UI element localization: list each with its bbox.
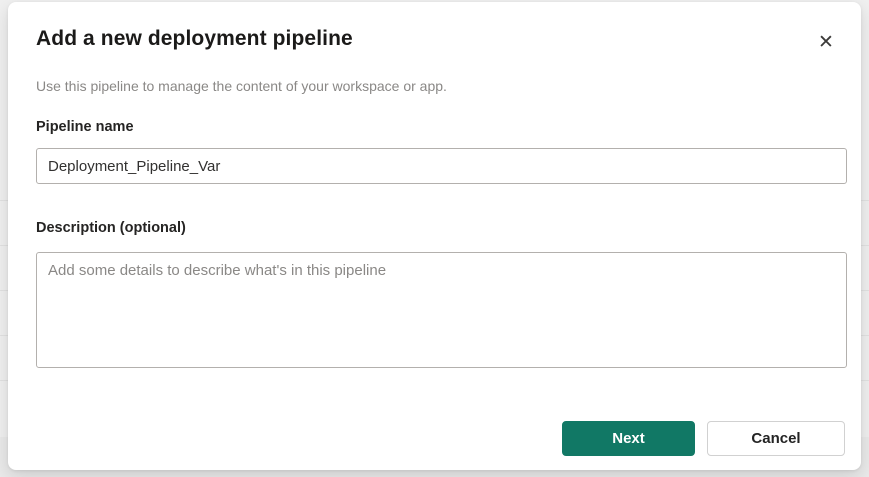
- cancel-button[interactable]: Cancel: [707, 421, 845, 456]
- close-icon: ✕: [818, 31, 834, 53]
- pipeline-name-input[interactable]: [36, 148, 847, 184]
- close-button[interactable]: ✕: [808, 24, 844, 60]
- add-deployment-pipeline-dialog: Add a new deployment pipeline ✕ Use this…: [8, 2, 861, 470]
- description-textarea[interactable]: [36, 252, 847, 368]
- pipeline-name-label: Pipeline name: [36, 119, 134, 135]
- dialog-title: Add a new deployment pipeline: [36, 27, 353, 50]
- dialog-subtitle: Use this pipeline to manage the content …: [36, 78, 447, 94]
- description-label: Description (optional): [36, 220, 186, 236]
- next-button[interactable]: Next: [562, 421, 695, 456]
